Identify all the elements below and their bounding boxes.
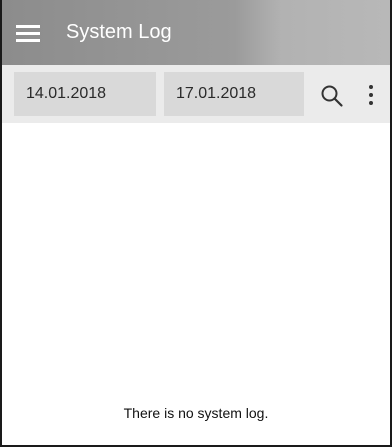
search-icon[interactable] bbox=[320, 84, 344, 108]
app-window: System Log 14.01.2018 17.01.2018 There i… bbox=[0, 0, 392, 447]
hamburger-menu-icon[interactable] bbox=[16, 23, 42, 43]
more-vert-icon[interactable] bbox=[361, 83, 381, 107]
page-title: System Log bbox=[66, 21, 172, 43]
app-bar: System Log bbox=[2, 0, 390, 65]
date-to-field[interactable]: 17.01.2018 bbox=[164, 72, 304, 116]
log-content-area: There is no system log. bbox=[2, 123, 390, 445]
empty-log-message: There is no system log. bbox=[123, 405, 269, 421]
filter-toolbar: 14.01.2018 17.01.2018 bbox=[2, 65, 390, 123]
date-from-field[interactable]: 14.01.2018 bbox=[14, 72, 156, 116]
